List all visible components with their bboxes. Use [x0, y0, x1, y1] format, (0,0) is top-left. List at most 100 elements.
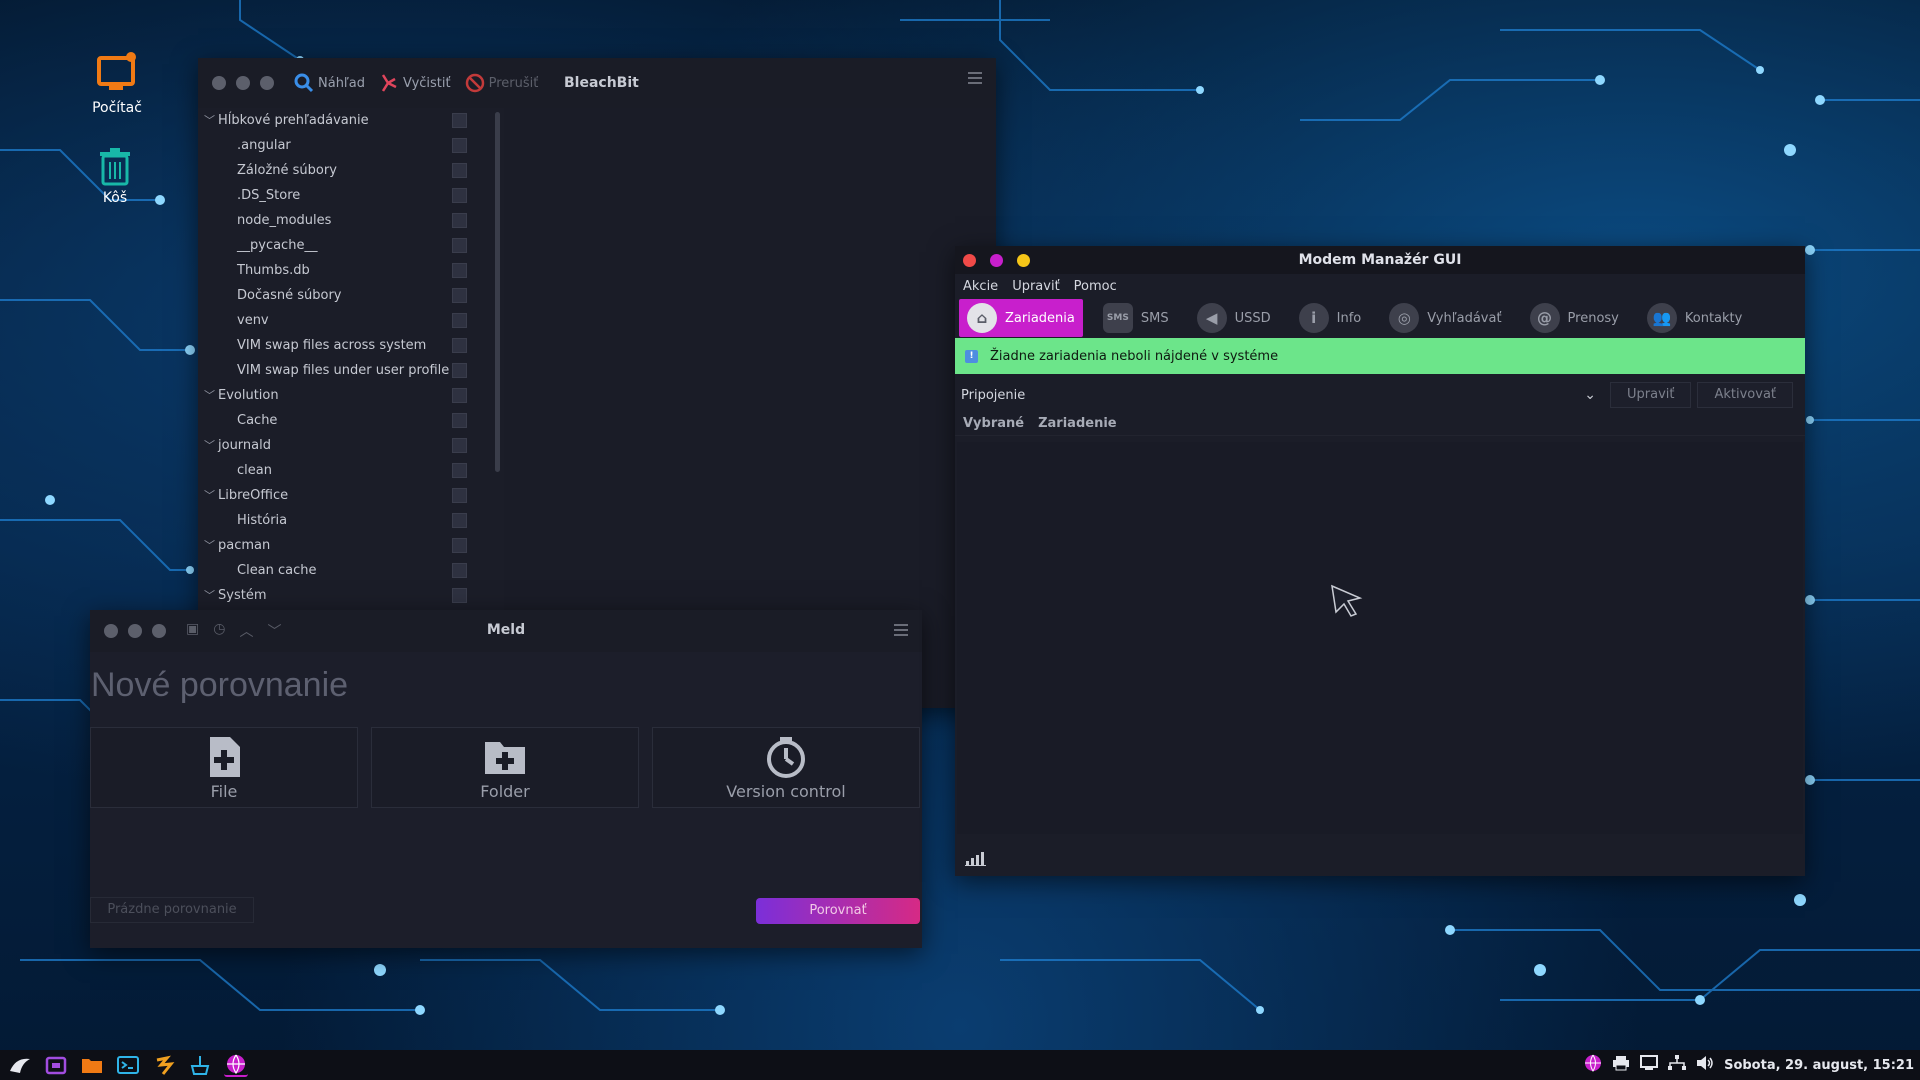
- tree-item-checkbox[interactable]: [452, 463, 467, 478]
- tree-scrollbar[interactable]: [495, 112, 500, 472]
- clean-button[interactable]: Vyčistiť: [379, 73, 451, 93]
- tab-traffic[interactable]: @ Prenosy: [1522, 299, 1627, 337]
- app-menu-icon[interactable]: [8, 1053, 32, 1077]
- info-icon: i: [1298, 303, 1329, 333]
- tree-item-checkbox[interactable]: [452, 213, 467, 228]
- tree-item[interactable]: Záložné súbory: [198, 158, 498, 183]
- column-device[interactable]: Zariadenie: [1038, 416, 1117, 431]
- tree-group[interactable]: ﹀ pacman: [198, 533, 498, 558]
- tree-item-checkbox[interactable]: [452, 188, 467, 203]
- tree-item[interactable]: .angular: [198, 133, 498, 158]
- search-icon: [294, 73, 314, 93]
- terminal-icon[interactable]: [116, 1053, 140, 1077]
- tree-item[interactable]: Cache: [198, 408, 498, 433]
- tree-item-checkbox[interactable]: [452, 388, 467, 403]
- tree-item-checkbox[interactable]: [452, 338, 467, 353]
- minimize-button[interactable]: [236, 76, 250, 90]
- tree-item-checkbox[interactable]: [452, 588, 467, 603]
- tree-item[interactable]: Thumbs.db: [198, 258, 498, 283]
- tree-item-label: Clean cache: [237, 563, 317, 578]
- tree-group[interactable]: ﹀ Evolution: [198, 383, 498, 408]
- tree-item[interactable]: venv: [198, 308, 498, 333]
- tree-item[interactable]: Dočasné súbory: [198, 283, 498, 308]
- bleachbit-titlebar: Náhľad Vyčistiť Prerušiť BleachBit: [198, 58, 996, 108]
- column-selected[interactable]: Vybrané: [963, 416, 1024, 431]
- tree-item[interactable]: VIM swap files across system: [198, 333, 498, 358]
- tab-devices[interactable]: ⌂ Zariadenia: [959, 299, 1083, 337]
- tree-item-checkbox[interactable]: [452, 513, 467, 528]
- network-icon[interactable]: [1668, 1055, 1687, 1075]
- new-file-comparison-button[interactable]: File: [90, 727, 358, 808]
- chevron-down-icon[interactable]: ﹀: [204, 483, 215, 508]
- display-icon[interactable]: [1640, 1055, 1659, 1075]
- tree-group[interactable]: ﹀ LibreOffice: [198, 483, 498, 508]
- folder-icon[interactable]: [80, 1053, 104, 1077]
- devices-table-header: Vybrané Zariadenie: [955, 412, 1805, 436]
- hamburger-menu-icon[interactable]: [968, 72, 982, 84]
- chevron-down-icon[interactable]: ﹀: [204, 108, 215, 133]
- tree-item-checkbox[interactable]: [452, 363, 467, 378]
- tree-item[interactable]: .DS_Store: [198, 183, 498, 208]
- new-version-control-button[interactable]: Version control: [652, 727, 920, 808]
- new-folder-comparison-button[interactable]: Folder: [371, 727, 639, 808]
- network-globe-icon[interactable]: [1584, 1054, 1602, 1076]
- tree-item-checkbox[interactable]: [452, 488, 467, 503]
- blank-comparison-button[interactable]: Prázdne porovnanie: [90, 897, 254, 923]
- preview-button[interactable]: Náhľad: [294, 73, 365, 93]
- tree-item[interactable]: VIM swap files under user profile: [198, 358, 498, 383]
- tree-item-checkbox[interactable]: [452, 438, 467, 453]
- tree-item-checkbox[interactable]: [452, 263, 467, 278]
- tree-item[interactable]: clean: [198, 458, 498, 483]
- tree-item-label: .DS_Store: [237, 188, 301, 203]
- abort-button[interactable]: Prerušiť: [465, 73, 538, 93]
- tree-item-checkbox[interactable]: [452, 413, 467, 428]
- tree-item-checkbox[interactable]: [452, 538, 467, 553]
- tab-sms[interactable]: SMS SMS: [1095, 299, 1177, 337]
- tab-contacts[interactable]: 👥 Kontakty: [1639, 299, 1750, 337]
- tab-info[interactable]: i Info: [1291, 299, 1370, 337]
- desktop-icon-trash[interactable]: Kôš: [70, 148, 160, 206]
- tree-item[interactable]: __pycache__: [198, 233, 498, 258]
- activate-connection-button[interactable]: Aktivovať: [1697, 382, 1794, 408]
- tree-group[interactable]: ﹀ Systém: [198, 583, 498, 608]
- hamburger-menu-icon[interactable]: [894, 624, 908, 636]
- clock[interactable]: Sobota, 29. august, 15:21: [1724, 1058, 1914, 1073]
- tab-ussd[interactable]: ◀ USSD: [1189, 299, 1279, 337]
- printer-icon[interactable]: [1612, 1055, 1630, 1075]
- tree-group[interactable]: ﹀ Hĺbkové prehľadávanie: [198, 108, 498, 133]
- tree-item[interactable]: Clean cache: [198, 558, 498, 583]
- tree-item-checkbox[interactable]: [452, 313, 467, 328]
- tree-item-checkbox[interactable]: [452, 113, 467, 128]
- connection-select[interactable]: Pripojenie ⌄: [961, 386, 1604, 403]
- update-icon[interactable]: [152, 1053, 176, 1077]
- tree-item-checkbox[interactable]: [452, 138, 467, 153]
- chevron-down-icon: ⌄: [1584, 386, 1596, 403]
- desktop-icon-computer[interactable]: Počítač: [72, 52, 162, 116]
- menu-actions[interactable]: Akcie: [963, 279, 998, 294]
- modem-manager-taskbar-icon[interactable]: [224, 1053, 248, 1077]
- tree-item-checkbox[interactable]: [452, 288, 467, 303]
- tree-item-checkbox[interactable]: [452, 238, 467, 253]
- cleaner-icon[interactable]: [188, 1053, 212, 1077]
- edit-connection-button[interactable]: Upraviť: [1610, 382, 1692, 408]
- close-button[interactable]: [212, 76, 226, 90]
- compare-button[interactable]: Porovnať: [756, 898, 920, 924]
- tab-label: SMS: [1140, 310, 1169, 326]
- chevron-down-icon[interactable]: ﹀: [204, 383, 215, 408]
- tree-item-checkbox[interactable]: [452, 563, 467, 578]
- tab-scan[interactable]: ◎ Vyhľadávať: [1381, 299, 1509, 337]
- menu-help[interactable]: Pomoc: [1074, 279, 1117, 294]
- maximize-button[interactable]: [260, 76, 274, 90]
- file-manager-icon[interactable]: [44, 1053, 68, 1077]
- chevron-down-icon[interactable]: ﹀: [204, 533, 215, 558]
- tree-item[interactable]: node_modules: [198, 208, 498, 233]
- menu-edit[interactable]: Upraviť: [1012, 279, 1059, 294]
- tree-item[interactable]: História: [198, 508, 498, 533]
- chevron-down-icon[interactable]: ﹀: [204, 433, 215, 458]
- tree-item-label: Dočasné súbory: [237, 288, 342, 303]
- tree-group[interactable]: ﹀ journald: [198, 433, 498, 458]
- volume-icon[interactable]: [1696, 1055, 1714, 1075]
- signal-strength-icon: [965, 852, 986, 866]
- chevron-down-icon[interactable]: ﹀: [204, 583, 215, 608]
- tree-item-checkbox[interactable]: [452, 163, 467, 178]
